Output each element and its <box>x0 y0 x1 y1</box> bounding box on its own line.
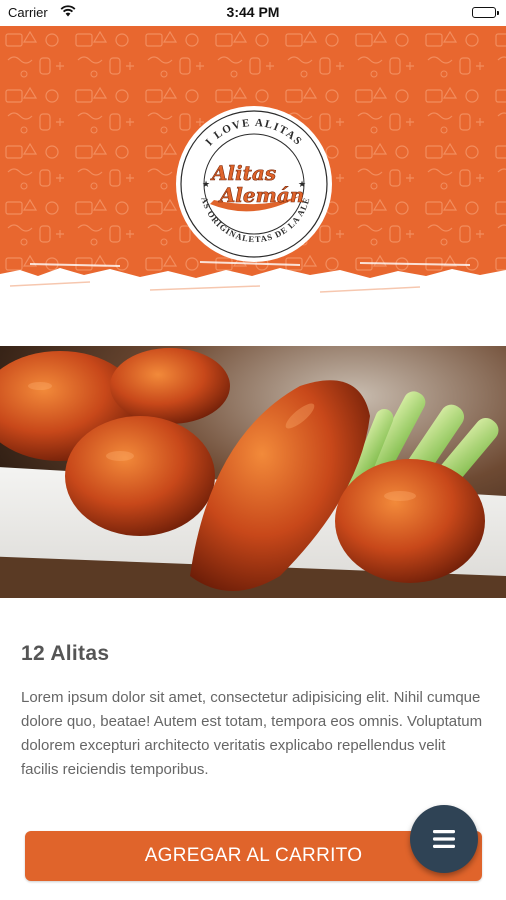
clock: 3:44 PM <box>226 4 280 20</box>
brush-edge <box>0 261 506 316</box>
hamburger-menu-icon <box>433 830 455 848</box>
menu-fab-button[interactable] <box>410 805 478 873</box>
add-to-cart-label: AGREGAR AL CARRITO <box>144 845 363 866</box>
status-bar: Carrier 3:44 PM <box>0 0 506 26</box>
battery-icon <box>472 7 499 18</box>
product-title: 12 Alitas <box>21 642 110 665</box>
logo-brand-line2: Alemán <box>218 183 305 207</box>
logo-brand-line1: Alitas <box>210 161 276 185</box>
product-photo <box>0 346 506 598</box>
product-description: Lorem ipsum dolor sit amet, consectetur … <box>21 689 483 778</box>
brand-logo: I LOVE ALITAS LAS ORIGINALES ALITAS DE L… <box>174 104 332 262</box>
header-banner: I LOVE ALITAS LAS ORIGINALES ALITAS DE L… <box>0 26 506 316</box>
svg-text:★: ★ <box>202 179 210 189</box>
